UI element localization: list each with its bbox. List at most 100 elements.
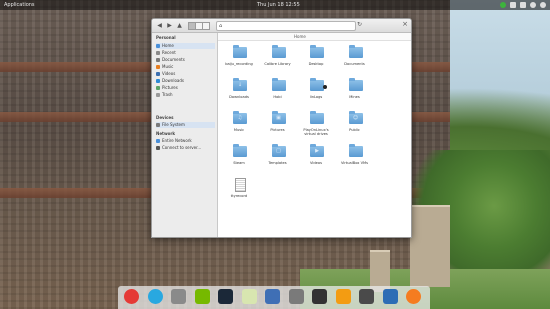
- virtualbox-icon[interactable]: [382, 289, 398, 304]
- sidebar-item-recent[interactable]: Recent: [156, 50, 215, 56]
- update-indicator-icon[interactable]: [500, 2, 506, 8]
- network-icon: [156, 139, 160, 143]
- power-icon[interactable]: [540, 2, 546, 8]
- breadcrumb: Home: [218, 33, 411, 41]
- folder-icon: ▶: [310, 144, 324, 157]
- file-item-downloads[interactable]: ↓ Downloads: [222, 78, 256, 108]
- indicator-area: [500, 2, 546, 8]
- file-item-ttyrecord[interactable]: ttyrecord: [222, 177, 256, 207]
- column-view-button[interactable]: [202, 22, 210, 30]
- folder-icon: [348, 78, 363, 91]
- drive-icon: [156, 123, 160, 127]
- folder-icon: [310, 45, 324, 58]
- file-item-pictures[interactable]: ▣ Pictures: [261, 111, 295, 141]
- folder-icon: ▣: [271, 111, 286, 124]
- system-monitor-icon[interactable]: [359, 289, 374, 304]
- sound-icon[interactable]: [520, 2, 526, 8]
- home-icon: [156, 44, 160, 48]
- network-icon[interactable]: [510, 2, 516, 8]
- wallpaper-ruin: [410, 205, 450, 287]
- file-item-calibre-library[interactable]: Calibre Library: [261, 45, 295, 75]
- trash-icon: [156, 93, 160, 97]
- photos-icon[interactable]: [288, 289, 304, 304]
- sidebar-item-label: Music: [162, 64, 174, 69]
- applications-menu[interactable]: Applications: [4, 0, 35, 10]
- sidebar-item-label: Videos: [162, 71, 176, 76]
- server-icon: [156, 146, 160, 150]
- notes-icon[interactable]: [241, 289, 257, 304]
- file-item-public[interactable]: ☺ Public: [338, 111, 372, 141]
- close-icon[interactable]: ×: [402, 20, 408, 28]
- sidebar-item-trash[interactable]: Trash: [156, 92, 215, 98]
- document-viewer-icon[interactable]: [265, 289, 280, 304]
- sidebar-header-personal: Personal: [156, 35, 176, 40]
- sidebar-item-connect-to-server[interactable]: Connect to server...: [156, 145, 215, 151]
- file-item-virtualbox-vms[interactable]: VirtualBox VMs: [338, 144, 372, 174]
- folder-icon: [233, 45, 247, 58]
- file-name: Calibre Library: [264, 62, 291, 66]
- vlc-icon[interactable]: [335, 289, 351, 304]
- file-item-hobi[interactable]: Hobi: [261, 78, 295, 108]
- forward-icon[interactable]: ▶: [166, 22, 173, 29]
- sidebar-item-label: Recent: [162, 50, 176, 55]
- file-name: Desktop: [308, 62, 324, 66]
- files-icon[interactable]: [171, 289, 186, 304]
- sidebar-item-pictures[interactable]: Pictures: [156, 85, 215, 91]
- file-name: baiju_recording: [225, 62, 253, 66]
- chrome-icon[interactable]: [124, 289, 139, 304]
- sidebar-item-label: Documents: [162, 57, 185, 62]
- folder-icon: [348, 144, 363, 157]
- downloads-icon: [156, 79, 160, 83]
- file-item-mines[interactable]: Mines: [338, 78, 372, 108]
- file-name: Documents: [344, 62, 365, 66]
- videos-icon: [156, 72, 160, 76]
- file-name: Music: [233, 128, 245, 132]
- location-bar[interactable]: ⌂: [216, 21, 356, 31]
- file-item-baiju-recording[interactable]: baiju_recording: [222, 45, 256, 75]
- file-name: Videos: [310, 161, 322, 165]
- file-name: Downloads: [229, 95, 249, 99]
- file-item-documents[interactable]: Documents: [338, 45, 372, 75]
- sidebar-item-home[interactable]: Home: [156, 43, 215, 49]
- back-icon[interactable]: ◀: [156, 22, 163, 29]
- folder-icon: [233, 144, 247, 157]
- file-item-playonlinux-s-virtual-drives[interactable]: PlayOnLinux's virtual drives: [299, 111, 333, 141]
- sidebar: Personal Home Recent Documents Music Videos D…: [152, 33, 218, 237]
- file-item-videos[interactable]: ▶ Videos: [299, 144, 333, 174]
- file-item-desktop[interactable]: Desktop: [299, 45, 333, 75]
- folder-icon: ☺: [348, 111, 363, 124]
- sidebar-item-downloads[interactable]: Downloads: [156, 78, 215, 84]
- file-item-steam[interactable]: Steam: [222, 144, 256, 174]
- sidebar-item-label: File System: [162, 122, 185, 127]
- home-icon[interactable]: ⌂: [219, 23, 224, 29]
- sidebar-item-label: Entire Network: [162, 138, 192, 143]
- steam-icon[interactable]: [218, 289, 233, 304]
- file-item-templates[interactable]: □ Templates: [261, 144, 295, 174]
- sidebar-item-music[interactable]: Music: [156, 64, 215, 70]
- file-name: Steam: [233, 161, 245, 165]
- file-item-music[interactable]: ♫ Music: [222, 111, 256, 141]
- pictures-icon: [156, 86, 160, 90]
- terminal-icon[interactable]: [312, 289, 327, 304]
- sidebar-item-label: Downloads: [162, 78, 184, 83]
- sidebar-header-devices: Devices: [156, 115, 174, 120]
- sidebar-item-documents[interactable]: Documents: [156, 57, 215, 63]
- sidebar-item-entire-network[interactable]: Entire Network: [156, 138, 215, 144]
- refresh-icon[interactable]: ↻: [357, 21, 362, 28]
- sidebar-item-videos[interactable]: Videos: [156, 71, 215, 77]
- sidebar-item-file-system[interactable]: File System: [156, 122, 215, 128]
- folder-icon: [348, 45, 363, 58]
- up-icon[interactable]: ▲: [176, 22, 183, 29]
- file-name: linLogs: [309, 95, 323, 99]
- file-item-linlogs[interactable]: linLogs: [299, 78, 333, 108]
- file-name: Public: [349, 128, 360, 132]
- toolbar: ◀ ▶ ▲ ⌂ ↻ ×: [152, 19, 411, 33]
- breadcrumb-home[interactable]: Home: [294, 33, 306, 40]
- skype-icon[interactable]: [147, 289, 163, 304]
- nvidia-icon[interactable]: [194, 289, 210, 304]
- update-icon[interactable]: [406, 289, 421, 304]
- clock[interactable]: Thu Jun 18 12:55: [257, 0, 300, 10]
- sidebar-header-network: Network: [156, 131, 176, 136]
- documents-icon: [156, 58, 160, 62]
- battery-icon[interactable]: [530, 2, 536, 8]
